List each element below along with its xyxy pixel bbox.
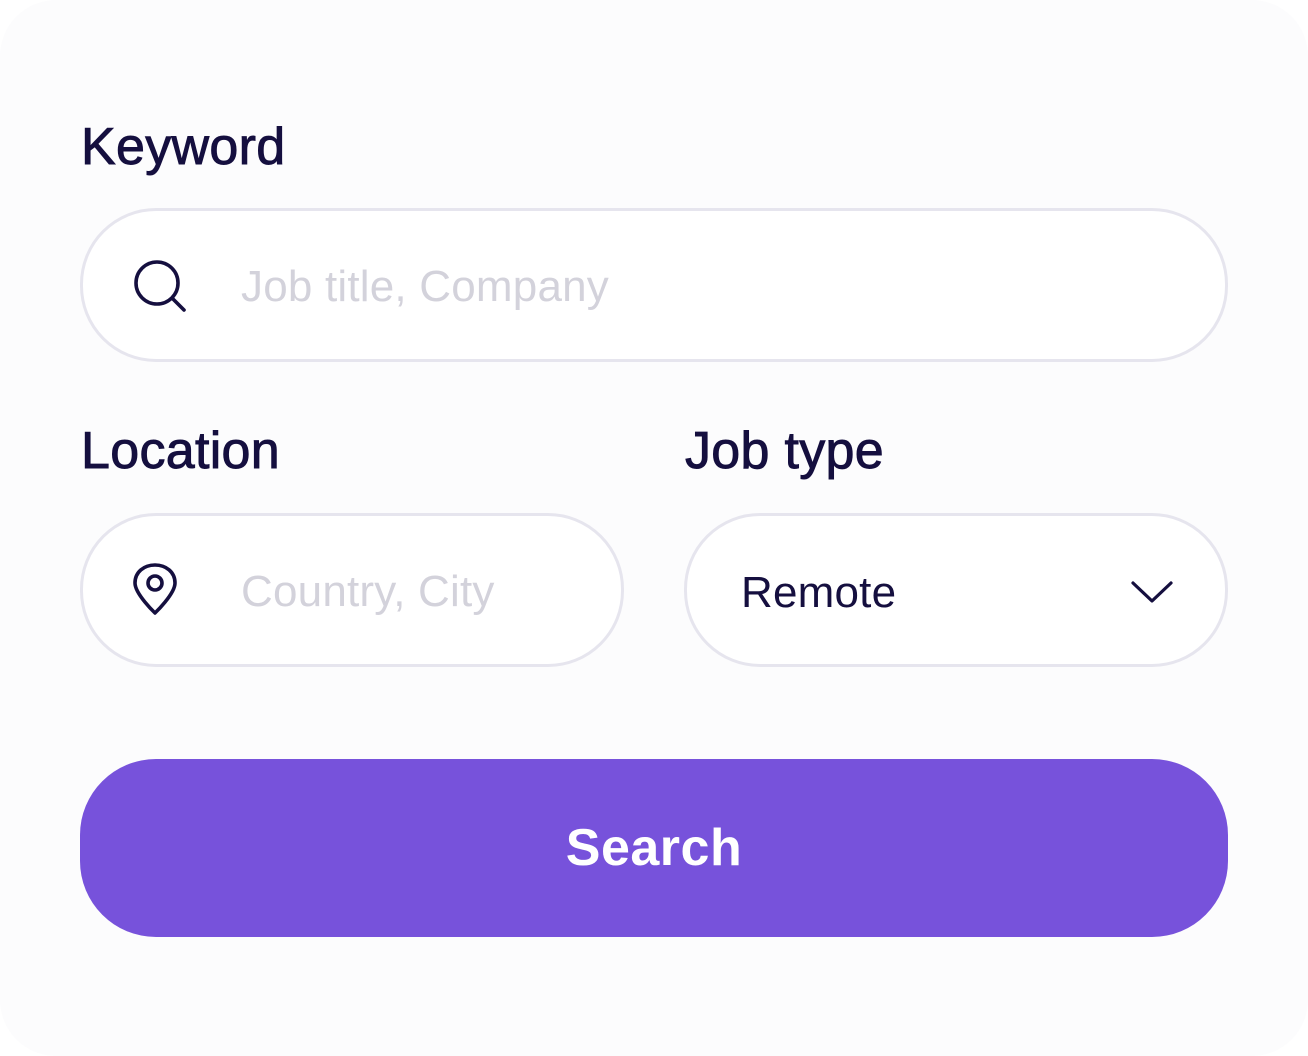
keyword-field[interactable] xyxy=(80,208,1228,362)
job-type-selected-value: Remote xyxy=(741,568,897,617)
keyword-input[interactable] xyxy=(241,261,1141,313)
search-button[interactable]: Search xyxy=(80,759,1228,937)
chevron-down-icon xyxy=(1131,581,1173,603)
search-icon xyxy=(134,260,186,312)
keyword-label: Keyword xyxy=(81,118,286,176)
map-pin-icon xyxy=(133,563,177,615)
location-label: Location xyxy=(81,422,281,480)
location-input[interactable] xyxy=(241,566,581,618)
job-search-card: Keyword Location Job type Remote Search xyxy=(0,0,1308,1056)
job-type-label: Job type xyxy=(685,422,885,480)
